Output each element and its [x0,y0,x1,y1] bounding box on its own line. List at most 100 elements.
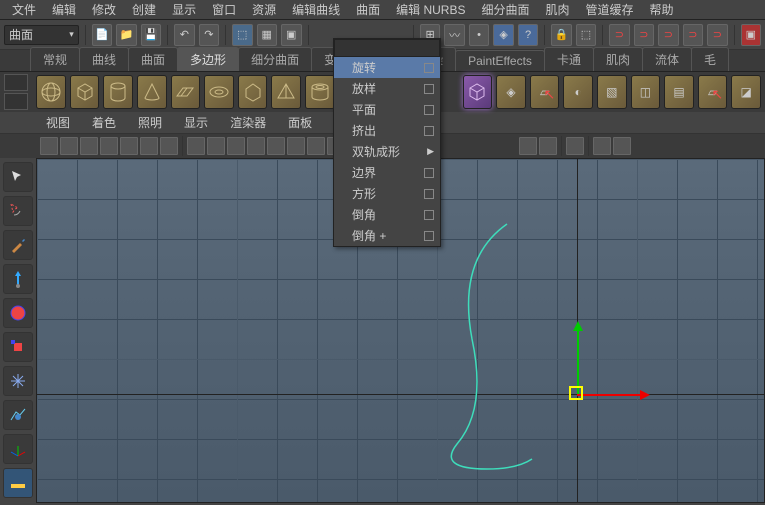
poly-cube-icon[interactable] [70,75,100,109]
vtb-icon[interactable] [247,137,265,155]
tab-polygons[interactable]: 多边形 [177,47,239,71]
magnet1-icon[interactable]: ⊃ [609,24,630,46]
viewmenu-display[interactable]: 显示 [178,112,214,133]
menu-pipecache[interactable]: 管道缓存 [578,0,642,20]
new-scene-button[interactable]: 📄 [92,24,113,46]
poly-tool5-icon[interactable]: ◫ [631,75,661,109]
menu-search-input[interactable] [334,39,440,57]
axis-orient-icon[interactable] [3,434,33,464]
menu-help[interactable]: 帮助 [642,0,682,20]
move-tool-icon[interactable] [3,264,33,294]
vtb-icon[interactable] [593,137,611,155]
menu-surface[interactable]: 曲面 [348,0,388,20]
tab-hair[interactable]: 毛 [691,47,729,71]
magnet2-icon[interactable]: ⊃ [634,24,655,46]
menu-editnurbs[interactable]: 编辑 NURBS [388,0,473,20]
rotate-tool-icon[interactable] [3,298,33,328]
vtb-icon[interactable] [287,137,305,155]
menu-item-revolve[interactable]: 旋转 [334,57,440,78]
menu-item-planar[interactable]: 平面 [334,99,440,120]
menu-item-square[interactable]: 方形 [334,183,440,204]
menu-window[interactable]: 窗口 [204,0,244,20]
redo-button[interactable]: ↷ [199,24,220,46]
option-box-icon[interactable] [424,168,434,178]
magnet3-icon[interactable]: ⊃ [658,24,679,46]
highlight-button[interactable]: ⬚ [576,24,597,46]
viewmenu-panels[interactable]: 面板 [282,112,318,133]
menu-muscle[interactable]: 肌肉 [538,0,578,20]
vtb-icon[interactable] [120,137,138,155]
menu-modify[interactable]: 修改 [84,0,124,20]
menu-item-bevelplus[interactable]: 倒角 + [334,225,440,246]
tab-subdiv[interactable]: 细分曲面 [238,47,312,71]
select-tool-button[interactable]: ⬚ [232,24,253,46]
poly-prism-icon[interactable] [238,75,268,109]
last-tool-icon[interactable] [3,468,33,498]
scale-tool-icon[interactable] [3,332,33,362]
poly-tool1-icon[interactable]: ◈ [496,75,526,109]
undo-button[interactable]: ↶ [174,24,195,46]
vtb-icon[interactable] [140,137,158,155]
vtb-icon[interactable] [80,137,98,155]
vtb-icon[interactable] [160,137,178,155]
poly-torus-icon[interactable] [204,75,234,109]
softmod-tool-icon[interactable] [3,400,33,430]
tab-muscle[interactable]: 肌肉 [593,47,643,71]
menu-display[interactable]: 显示 [164,0,204,20]
vtb-icon[interactable] [613,137,631,155]
help-button[interactable]: ? [518,24,539,46]
lock-icon[interactable]: 🔒 [551,24,572,46]
viewmenu-shading[interactable]: 着色 [86,112,122,133]
menu-editcurve[interactable]: 编辑曲线 [284,0,348,20]
menu-item-boundary[interactable]: 边界 [334,162,440,183]
poly-cone-icon[interactable] [137,75,167,109]
menu-edit[interactable]: 编辑 [44,0,84,20]
vtb-icon[interactable] [519,137,537,155]
poly-tool7-icon[interactable]: ▱↖ [698,75,728,109]
poly-cube-active-icon[interactable] [463,75,493,109]
option-box-icon[interactable] [424,105,434,115]
vtb-icon[interactable] [307,137,325,155]
viewmenu-lighting[interactable]: 照明 [132,112,168,133]
tab-surfaces[interactable]: 曲面 [128,47,178,71]
vtb-icon[interactable] [100,137,118,155]
tab-painteffects[interactable]: PaintEffects [455,50,545,71]
poly-pipe-icon[interactable] [305,75,335,109]
open-scene-button[interactable]: 📁 [116,24,137,46]
viewmenu-renderer[interactable]: 渲染器 [224,112,272,133]
menu-item-loft[interactable]: 放样 [334,78,440,99]
poly-pyramid-icon[interactable] [271,75,301,109]
tab-curves[interactable]: 曲线 [79,47,129,71]
shelf-menu-icon[interactable] [4,74,28,110]
snap-curve-button[interactable]: 〰 [444,24,465,46]
gizmo-y-axis[interactable] [577,324,579,394]
poly-tool2-icon[interactable]: ▱↖ [530,75,560,109]
vtb-icon[interactable] [267,137,285,155]
poly-tool3-icon[interactable]: ◐ [563,75,593,109]
snap-point-button[interactable]: • [469,24,490,46]
vtb-icon[interactable] [566,137,584,155]
lasso-tool-icon[interactable] [3,196,33,226]
gizmo-center-handle[interactable] [569,386,583,400]
select-tool-icon[interactable] [3,162,33,192]
manipulator-tool-icon[interactable] [3,366,33,396]
poly-plane-icon[interactable] [171,75,201,109]
menu-item-extrude[interactable]: 挤出 [334,120,440,141]
module-combo[interactable]: 曲面 [4,25,79,45]
menu-item-bevel[interactable]: 倒角 [334,204,440,225]
tab-fluids[interactable]: 流体 [642,47,692,71]
poly-cylinder-icon[interactable] [103,75,133,109]
menu-assets[interactable]: 资源 [244,0,284,20]
select-hier-button[interactable]: ▦ [257,24,278,46]
snap-plane-button[interactable]: ◈ [493,24,514,46]
vtb-icon[interactable] [40,137,58,155]
render-button[interactable]: ▣ [741,24,762,46]
save-scene-button[interactable]: 💾 [141,24,162,46]
option-box-icon[interactable] [424,189,434,199]
menu-item-birail[interactable]: 双轨成形▶ [334,141,440,162]
option-box-icon[interactable] [424,210,434,220]
vtb-icon[interactable] [187,137,205,155]
menu-create[interactable]: 创建 [124,0,164,20]
option-box-icon[interactable] [424,63,434,73]
viewmenu-view[interactable]: 视图 [40,112,76,133]
